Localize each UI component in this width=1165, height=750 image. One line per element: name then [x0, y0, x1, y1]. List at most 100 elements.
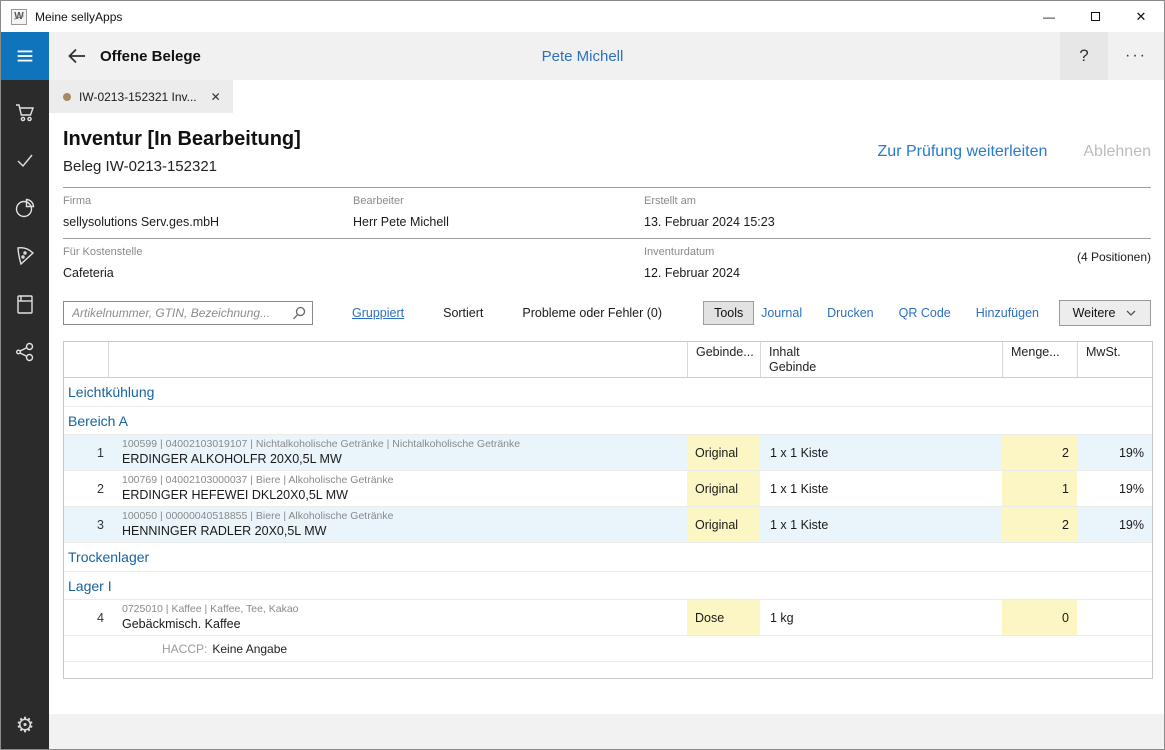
fields-row-1: Firma sellysolutions Serv.ges.mbH Bearbe… — [63, 188, 1151, 238]
item-meta: 100769 | 04002103000037 | Biere | Alkoho… — [122, 474, 687, 487]
subgroup-label: Lager I — [68, 578, 112, 594]
menge-cell[interactable]: 0 — [1002, 600, 1077, 635]
gebinde-cell[interactable]: Original — [687, 435, 760, 470]
app-window: W Meine sellyApps — ✕ Offene Belege Pete… — [0, 0, 1165, 750]
field-value: Herr Pete Michell — [353, 215, 644, 229]
checkmark-icon — [13, 148, 37, 172]
header-mwst[interactable]: MwSt. — [1077, 342, 1154, 377]
gebinde-cell[interactable]: Original — [687, 471, 760, 506]
header-menge[interactable]: Menge... — [1002, 342, 1077, 377]
search-icon[interactable] — [291, 305, 307, 321]
gear-icon: ⚙ — [16, 713, 35, 738]
menge-cell[interactable]: 1 — [1002, 471, 1077, 506]
field-kostenstelle: Für Kostenstelle Cafeteria — [63, 246, 644, 280]
sidebar-item-journal[interactable] — [1, 280, 49, 328]
row-description: 100599 | 04002103019107 | Nichtalkoholis… — [108, 435, 687, 470]
table-row[interactable]: 4 0725010 | Kaffee | Kaffee, Tee, Kakao … — [64, 600, 1152, 636]
item-name: Gebäckmisch. Kaffee — [122, 616, 687, 632]
main-content: Inventur [In Bearbeitung] Beleg IW-0213-… — [49, 113, 1164, 714]
minimize-button[interactable]: — — [1026, 1, 1072, 32]
group-label: Trockenlager — [68, 549, 149, 565]
forward-for-review-button[interactable]: Zur Prüfung weiterleiten — [878, 143, 1048, 161]
field-bearbeiter: Bearbeiter Herr Pete Michell — [353, 195, 644, 229]
help-icon: ? — [1079, 46, 1088, 66]
header-gebinde[interactable]: Gebinde... — [687, 342, 760, 377]
more-options-button[interactable]: ··· — [1108, 32, 1164, 80]
hamburger-icon — [14, 45, 36, 67]
row-number: 3 — [64, 507, 108, 542]
row-description: 100769 | 04002103000037 | Biere | Alkoho… — [108, 471, 687, 506]
field-value: sellysolutions Serv.ges.mbH — [63, 215, 353, 229]
gebinde-cell[interactable]: Dose — [687, 600, 760, 635]
document-header: Inventur [In Bearbeitung] Beleg IW-0213-… — [63, 113, 1151, 175]
reject-button[interactable]: Ablehnen — [1083, 143, 1151, 161]
item-meta: 100050 | 00000040518855 | Biere | Alkoho… — [122, 510, 687, 523]
app-logo-icon: W — [11, 9, 27, 25]
table-row[interactable]: 2 100769 | 04002103000037 | Biere | Alko… — [64, 471, 1152, 507]
maximize-button[interactable] — [1072, 1, 1118, 32]
weitere-dropdown[interactable]: Weitere — [1059, 300, 1151, 326]
sidebar-item-food[interactable] — [1, 232, 49, 280]
gebinde-cell[interactable]: Original — [687, 507, 760, 542]
toggle-gruppiert[interactable]: Gruppiert — [352, 306, 404, 320]
title-bar: W Meine sellyApps — ✕ — [1, 1, 1164, 32]
page-title: Offene Belege — [100, 48, 201, 65]
tab-status-dot — [63, 93, 71, 101]
close-icon: ✕ — [1136, 9, 1147, 25]
drucken-link[interactable]: Drucken — [827, 306, 874, 320]
hamburger-menu-button[interactable] — [1, 32, 49, 80]
toggle-sortiert[interactable]: Sortiert — [443, 306, 483, 320]
search-input[interactable] — [63, 301, 313, 325]
qr-code-link[interactable]: QR Code — [899, 306, 951, 320]
header-inhalt[interactable]: Inhalt Gebinde — [760, 342, 1002, 377]
weitere-label: Weitere — [1073, 306, 1116, 320]
field-value: 12. Februar 2024 — [644, 266, 1151, 280]
mwst-cell — [1077, 600, 1154, 635]
haccp-value: Keine Angabe — [212, 642, 287, 656]
tab-inventur[interactable]: IW-0213-152321 Inv... ✕ — [49, 80, 233, 113]
table-row[interactable]: 3 100050 | 00000040518855 | Biere | Alko… — [64, 507, 1152, 543]
menge-cell[interactable]: 2 — [1002, 435, 1077, 470]
hinzufuegen-link[interactable]: Hinzufügen — [976, 306, 1039, 320]
positions-count: (4 Positionen) — [1077, 250, 1151, 264]
subgroup-label: Bereich A — [68, 413, 128, 429]
row-description: 0725010 | Kaffee | Kaffee, Tee, Kakao Ge… — [108, 600, 687, 635]
subgroup-row-bereich-a[interactable]: Bereich A — [64, 407, 1152, 435]
menge-cell[interactable]: 2 — [1002, 507, 1077, 542]
sidebar-item-share[interactable] — [1, 328, 49, 376]
header-inhalt-line1: Inhalt — [769, 345, 1002, 360]
book-icon — [13, 292, 37, 316]
tab-label: IW-0213-152321 Inv... — [79, 90, 197, 104]
tools-button[interactable]: Tools — [703, 301, 754, 325]
sidebar-item-reports[interactable] — [1, 184, 49, 232]
back-button[interactable] — [59, 38, 95, 74]
field-inventurdatum: Inventurdatum 12. Februar 2024 — [644, 246, 1151, 280]
sidebar-item-cart[interactable] — [1, 88, 49, 136]
maximize-icon — [1091, 12, 1100, 21]
item-name: HENNINGER RADLER 20X0,5L MW — [122, 523, 687, 539]
ellipsis-icon: ··· — [1125, 47, 1147, 65]
group-row-trockenlager[interactable]: Trockenlager — [64, 543, 1152, 572]
shopping-cart-icon — [13, 100, 37, 124]
close-button[interactable]: ✕ — [1118, 1, 1164, 32]
toggle-probleme[interactable]: Probleme oder Fehler (0) — [522, 306, 662, 320]
tab-close-icon[interactable]: ✕ — [211, 90, 221, 104]
window-title: Meine sellyApps — [35, 10, 122, 24]
inhalt-cell: 1 x 1 Kiste — [760, 435, 1002, 470]
haccp-label: HACCP: — [162, 642, 207, 656]
field-value: 13. Februar 2024 15:23 — [644, 215, 1151, 229]
table-row[interactable]: 1 100599 | 04002103019107 | Nichtalkohol… — [64, 435, 1152, 471]
item-meta: 0725010 | Kaffee | Kaffee, Tee, Kakao — [122, 603, 687, 616]
mwst-cell: 19% — [1077, 507, 1154, 542]
help-button[interactable]: ? — [1060, 32, 1108, 80]
item-name: ERDINGER HEFEWEI DKL20X0,5L MW — [122, 487, 687, 503]
settings-button[interactable]: ⚙ — [1, 705, 49, 745]
footer-strip — [49, 714, 1164, 749]
journal-link[interactable]: Journal — [761, 306, 802, 320]
inhalt-cell: 1 x 1 Kiste — [760, 471, 1002, 506]
field-label: Für Kostenstelle — [63, 246, 644, 258]
sidebar-item-tasks[interactable] — [1, 136, 49, 184]
group-row-leichtkuehlung[interactable]: Leichtkühlung — [64, 378, 1152, 407]
user-name-link[interactable]: Pete Michell — [542, 48, 624, 65]
subgroup-row-lager-i[interactable]: Lager I — [64, 572, 1152, 600]
